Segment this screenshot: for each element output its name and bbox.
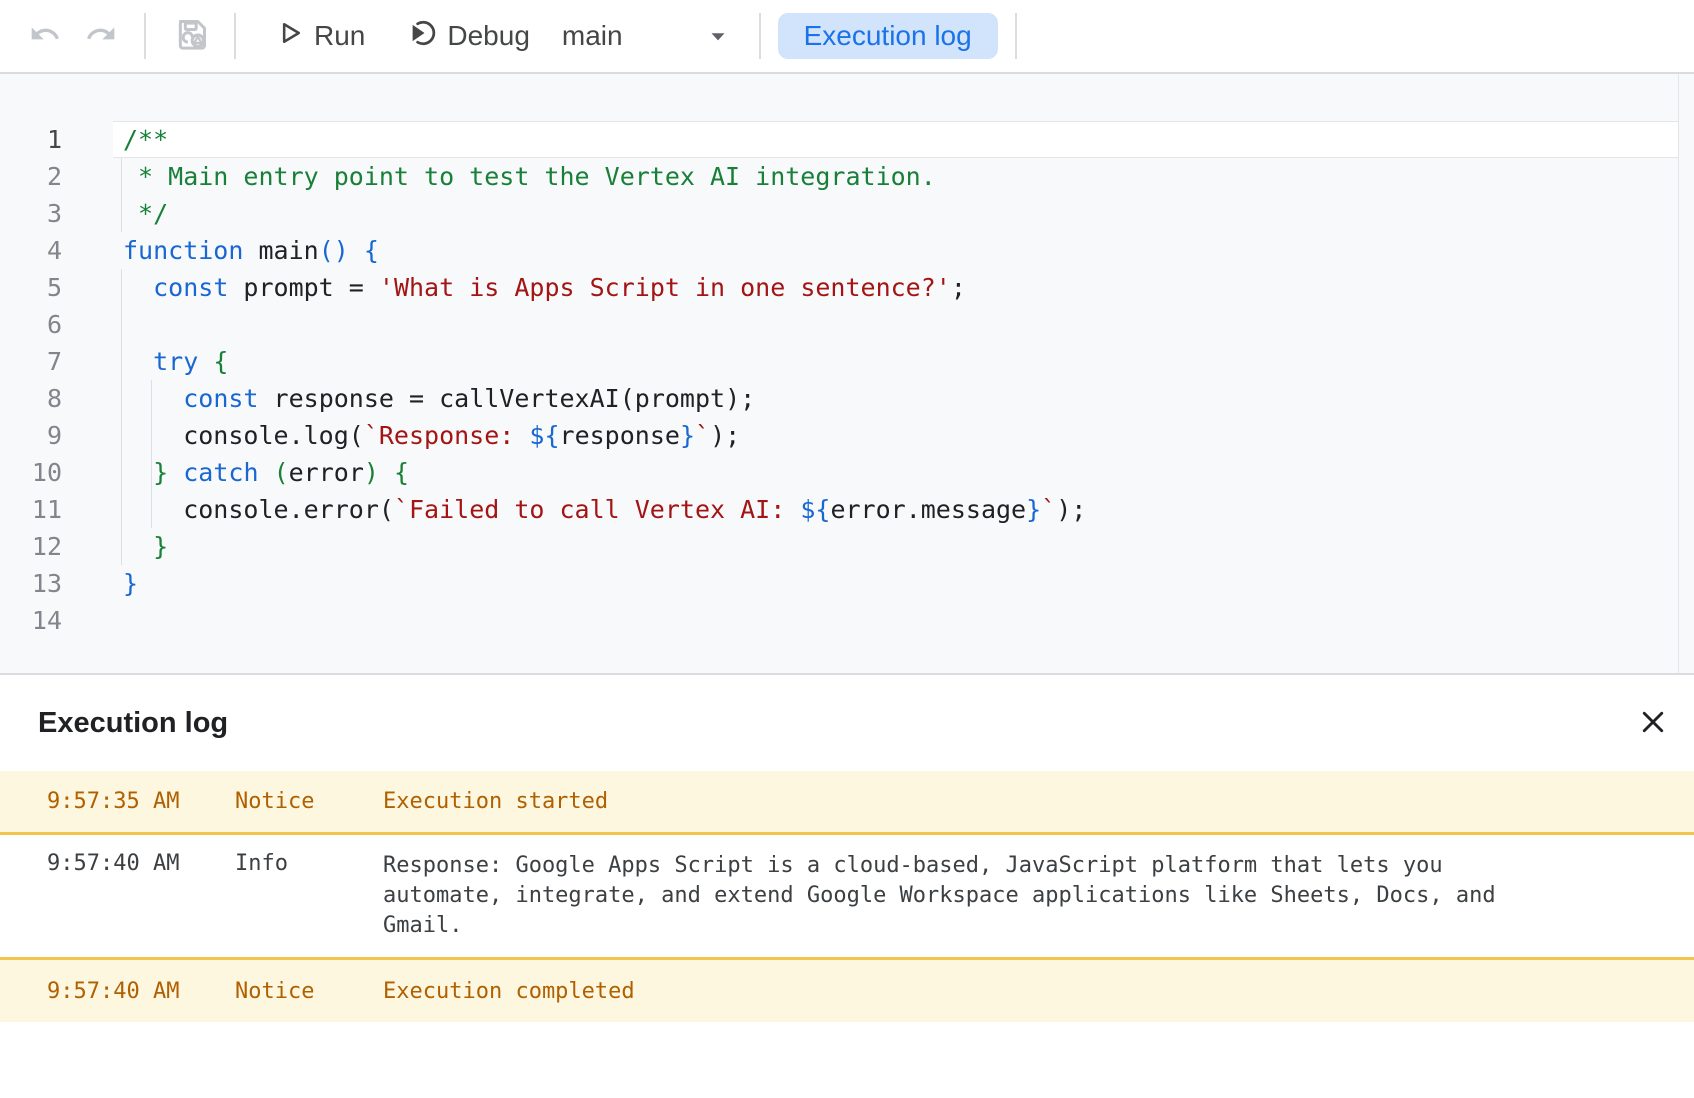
execution-log-button[interactable]: Execution log	[778, 13, 998, 59]
code-line: 5 const prompt = 'What is Apps Script in…	[0, 269, 1694, 306]
code-text: const prompt = 'What is Apps Script in o…	[62, 269, 966, 306]
execution-log-entries: 9:57:35 AMNoticeExecution started9:57:40…	[0, 771, 1694, 1022]
function-select-dropdown[interactable]: main	[562, 20, 731, 52]
execution-log-panel: Execution log 9:57:35 AMNoticeExecution …	[0, 673, 1694, 1096]
code-text: try {	[62, 343, 228, 380]
code-line: 13}	[0, 565, 1694, 602]
debug-icon	[407, 18, 437, 55]
execution-log-title: Execution log	[38, 707, 1636, 740]
line-number[interactable]: 9	[0, 417, 62, 454]
code-line: 10 } catch (error) {	[0, 454, 1694, 491]
code-text	[62, 602, 123, 639]
code-line: 14	[0, 602, 1694, 639]
save-project-button[interactable]	[170, 14, 214, 59]
log-entry-level: Notice	[235, 789, 383, 814]
code-text: const response = callVertexAI(prompt);	[62, 380, 755, 417]
debug-button[interactable]: Debug	[407, 18, 530, 55]
log-entry-row: 9:57:40 AMInfoResponse: Google Apps Scri…	[0, 835, 1694, 957]
code-line: 2 * Main entry point to test the Vertex …	[0, 158, 1694, 195]
line-number[interactable]: 12	[0, 528, 62, 565]
close-icon	[1638, 707, 1668, 740]
close-execution-log-button[interactable]	[1636, 706, 1670, 740]
editor-toolbar: Run Debug main Execution log	[0, 0, 1694, 74]
line-number[interactable]: 2	[0, 158, 62, 195]
code-text: }	[62, 565, 138, 602]
log-entry-time: 9:57:40 AM	[47, 979, 235, 1004]
log-entry-message: Response: Google Apps Script is a cloud-…	[383, 851, 1543, 941]
code-line: 7 try {	[0, 343, 1694, 380]
line-number[interactable]: 5	[0, 269, 62, 306]
line-number[interactable]: 8	[0, 380, 62, 417]
code-text: console.log(`Response: ${response}`);	[62, 417, 740, 454]
code-text: } catch (error) {	[62, 454, 409, 491]
code-text	[62, 306, 123, 343]
code-line: 4function main() {	[0, 232, 1694, 269]
log-entry-level: Info	[235, 851, 383, 941]
redo-button[interactable]	[84, 18, 118, 55]
line-number[interactable]: 4	[0, 232, 62, 269]
line-number[interactable]: 6	[0, 306, 62, 343]
toolbar-separator	[1015, 13, 1017, 59]
code-text: console.error(`Failed to call Vertex AI:…	[62, 491, 1086, 528]
log-entry-time: 9:57:35 AM	[47, 789, 235, 814]
chevron-down-icon	[705, 23, 731, 49]
code-line: 8 const response = callVertexAI(prompt);	[0, 380, 1694, 417]
toolbar-separator	[144, 13, 146, 59]
redo-icon	[85, 18, 117, 55]
execution-log-button-label: Execution log	[804, 20, 972, 52]
line-number[interactable]: 14	[0, 602, 62, 639]
run-icon	[276, 19, 304, 54]
log-entry-message: Execution completed	[383, 979, 1543, 1004]
code-text: function main() {	[62, 232, 379, 269]
code-text: }	[62, 528, 168, 565]
run-button[interactable]: Run	[276, 19, 365, 54]
debug-label: Debug	[447, 20, 530, 52]
log-entry-row: 9:57:35 AMNoticeExecution started	[0, 771, 1694, 835]
code-editor[interactable]: 1/**2 * Main entry point to test the Ver…	[0, 74, 1694, 673]
code-text: /**	[62, 121, 168, 158]
save-unsaved-warning-icon	[172, 14, 212, 59]
line-number[interactable]: 7	[0, 343, 62, 380]
code-line: 9 console.log(`Response: ${response}`);	[0, 417, 1694, 454]
undo-icon	[29, 18, 61, 55]
line-number[interactable]: 11	[0, 491, 62, 528]
toolbar-separator	[234, 13, 236, 59]
log-entry-row: 9:57:40 AMNoticeExecution completed	[0, 957, 1694, 1022]
function-select-value: main	[562, 20, 623, 52]
line-number[interactable]: 3	[0, 195, 62, 232]
editor-scrollbar-rail[interactable]	[1678, 74, 1679, 673]
undo-button[interactable]	[28, 18, 62, 55]
run-label: Run	[314, 20, 365, 52]
code-line: 3 */	[0, 195, 1694, 232]
line-number[interactable]: 13	[0, 565, 62, 602]
toolbar-separator	[759, 13, 761, 59]
code-text: * Main entry point to test the Vertex AI…	[62, 158, 936, 195]
execution-log-header: Execution log	[0, 675, 1694, 771]
line-number[interactable]: 10	[0, 454, 62, 491]
code-line: 6	[0, 306, 1694, 343]
line-number[interactable]: 1	[0, 121, 62, 158]
log-entry-level: Notice	[235, 979, 383, 1004]
code-line: 11 console.error(`Failed to call Vertex …	[0, 491, 1694, 528]
code-lines: 1/**2 * Main entry point to test the Ver…	[0, 74, 1694, 639]
log-entry-message: Execution started	[383, 789, 1543, 814]
code-line: 12 }	[0, 528, 1694, 565]
log-entry-time: 9:57:40 AM	[47, 851, 235, 941]
code-line: 1/**	[0, 121, 1694, 158]
code-text: */	[62, 195, 168, 232]
